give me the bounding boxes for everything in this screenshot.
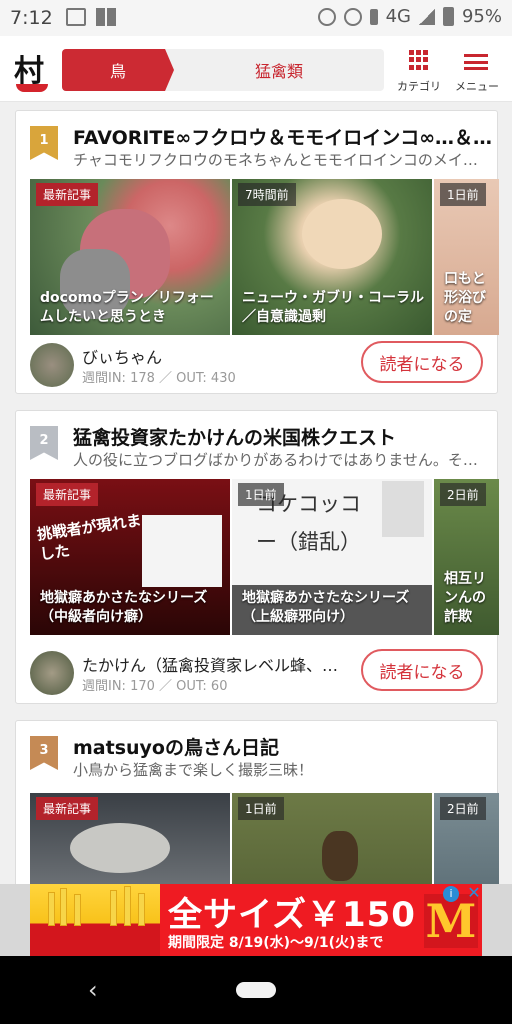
newest-tag: 最新記事 [36, 797, 99, 820]
breadcrumb-raptor[interactable]: 猛禽類 [174, 49, 384, 91]
blog-card[interactable]: 1 FAVORITE∞フクロウ＆モモイロインコ∞…＆… チャコモリフクロウのモネ… [15, 110, 499, 394]
time-tag: 1日前 [238, 483, 284, 506]
article-thumb[interactable]: コケコッコー（錯乱） 1日前 地獄癖あかさたなシリーズ（上級癖邪向け） [232, 479, 432, 635]
ad-info-icon[interactable]: i [443, 886, 459, 902]
time-tag: 1日前 [440, 183, 486, 206]
article-caption: 地獄癖あかさたなシリーズ（上級癖邪向け） [242, 590, 410, 625]
alarm-icon [343, 7, 362, 26]
nfc-icon [317, 7, 336, 26]
follow-button[interactable]: 読者になる [361, 649, 483, 691]
time-tag: 7時間前 [238, 183, 296, 206]
newest-tag: 最新記事 [36, 483, 99, 506]
ad-banner[interactable]: 全サイズ￥150 期間限定 8/19(水)～9/1(火)まで M [0, 884, 512, 956]
article-caption: 相互リンんの詐欺 [444, 571, 486, 625]
status-indicators: 4G 95% [317, 6, 502, 27]
logo-swoosh [16, 84, 48, 92]
blog-title[interactable]: 猛禽投資家たかけんの米国株クエスト [73, 423, 493, 450]
article-thumb[interactable]: 最新記事 docomoプラン／リフォームしたいと思うとき [30, 179, 230, 335]
hamburger-icon [464, 54, 488, 70]
site-logo[interactable]: 村 [12, 46, 52, 94]
system-nav-bar: ‹ [0, 956, 512, 1024]
app-header: 村 鳥 猛禽類 カテゴリ メニュー [0, 36, 512, 102]
ad-creative[interactable]: 全サイズ￥150 期間限定 8/19(水)～9/1(火)まで M [30, 884, 482, 956]
blog-description: 小鳥から猛禽まで楽しく撮影三昧！ [73, 761, 314, 779]
signal-icon [418, 8, 435, 25]
bird-flight-image [322, 831, 358, 881]
calendar-icon [66, 8, 86, 26]
article-caption: 地獄癖あかさたなシリーズ（中級者向け癖） [40, 590, 208, 625]
author-stats: 週間IN: 178 ／ OUT: 430 [82, 371, 236, 386]
author-name: びぃちゃん [82, 348, 163, 367]
rank-badge: 1 [30, 126, 58, 160]
time-tag: 1日前 [238, 797, 284, 820]
rose-image [302, 199, 382, 269]
fries-image [30, 884, 160, 956]
vibrate-icon [369, 8, 378, 25]
ad-close-icon[interactable]: ✕ [465, 884, 483, 902]
kingfisher-image [70, 823, 170, 873]
network-type: 4G [385, 6, 411, 27]
ranking-feed[interactable]: 1 FAVORITE∞フクロウ＆モモイロインコ∞…＆… チャコモリフクロウのモネ… [0, 102, 512, 952]
mcdonalds-logo-icon: M [424, 894, 478, 948]
time-tag: 2日前 [440, 483, 486, 506]
battery-icon [442, 7, 454, 26]
menu-label: メニュー [455, 80, 499, 93]
ad-headline: 全サイズ￥150 [168, 895, 416, 935]
rank-badge: 2 [30, 426, 58, 460]
author-name: たかけん（猛禽投資家レベル蜂、職… [82, 656, 352, 675]
app-grid-icon [96, 8, 116, 26]
category-grid-icon [409, 50, 429, 70]
blog-author[interactable]: たかけん（猛禽投資家レベル蜂、職… 週間IN: 170 ／ OUT: 60 [30, 649, 360, 697]
category-label: カテゴリ [397, 80, 441, 93]
blog-title[interactable]: matsuyoの鳥さん日記 [73, 733, 493, 760]
blog-card[interactable]: 2 猛禽投資家たかけんの米国株クエスト 人の役に立つブログばかりがあるわけではあ… [15, 410, 499, 704]
article-thumbnails[interactable]: 挑戦者が現れました 最新記事 地獄癖あかさたなシリーズ（中級者向け癖） コケコッ… [30, 479, 499, 635]
notification-icons [66, 8, 116, 26]
rank-badge: 3 [30, 736, 58, 770]
ad-subline: 期間限定 8/19(水)～9/1(火)まで [168, 935, 384, 951]
bird-photo-image [382, 481, 424, 537]
avatar [30, 343, 74, 387]
article-thumb[interactable]: 2日前 相互リンんの詐欺 [434, 479, 499, 635]
status-time: 7:12 [10, 7, 53, 29]
article-caption: 口もと形浴びの定 [444, 271, 486, 325]
blog-description: 人の役に立つブログばかりがあるわけではありません。そ… [73, 451, 478, 469]
follow-button[interactable]: 読者になる [361, 341, 483, 383]
blog-author[interactable]: びぃちゃん 週間IN: 178 ／ OUT: 430 [30, 341, 360, 389]
author-stats: 週間IN: 170 ／ OUT: 60 [82, 679, 228, 694]
article-thumbnails[interactable]: 最新記事 docomoプラン／リフォームしたいと思うとき 7時間前 ニューウ・ガ… [30, 179, 499, 335]
article-caption: ニューウ・ガブリ・コーラル／自意識過剰 [242, 290, 424, 325]
time-tag: 2日前 [440, 797, 486, 820]
owl-drawing-image [142, 515, 222, 587]
status-bar: 7:12 4G 95% [0, 0, 512, 36]
breadcrumb: 鳥 猛禽類 [62, 49, 384, 91]
article-thumb[interactable]: 挑戦者が現れました 最新記事 地獄癖あかさたなシリーズ（中級者向け癖） [30, 479, 230, 635]
thumb-overlay-text: 挑戦者が現れました [35, 511, 143, 564]
category-button[interactable]: カテゴリ [392, 48, 446, 94]
blog-title[interactable]: FAVORITE∞フクロウ＆モモイロインコ∞…＆… [73, 123, 493, 150]
back-icon[interactable]: ‹ [88, 976, 98, 1004]
avatar [30, 651, 74, 695]
battery-level: 95% [461, 6, 502, 27]
newest-tag: 最新記事 [36, 183, 99, 206]
article-thumb[interactable]: 7時間前 ニューウ・ガブリ・コーラル／自意識過剰 [232, 179, 432, 335]
home-pill-icon[interactable] [236, 982, 276, 998]
article-thumb[interactable]: 1日前 口もと形浴びの定 [434, 179, 499, 335]
article-caption: docomoプラン／リフォームしたいと思うとき [40, 290, 214, 325]
breadcrumb-bird[interactable]: 鳥 [62, 49, 174, 91]
blog-description: チャコモリフクロウのモネちゃんとモモイロインコのメイ… [73, 151, 478, 169]
menu-button[interactable]: メニュー [450, 48, 504, 94]
